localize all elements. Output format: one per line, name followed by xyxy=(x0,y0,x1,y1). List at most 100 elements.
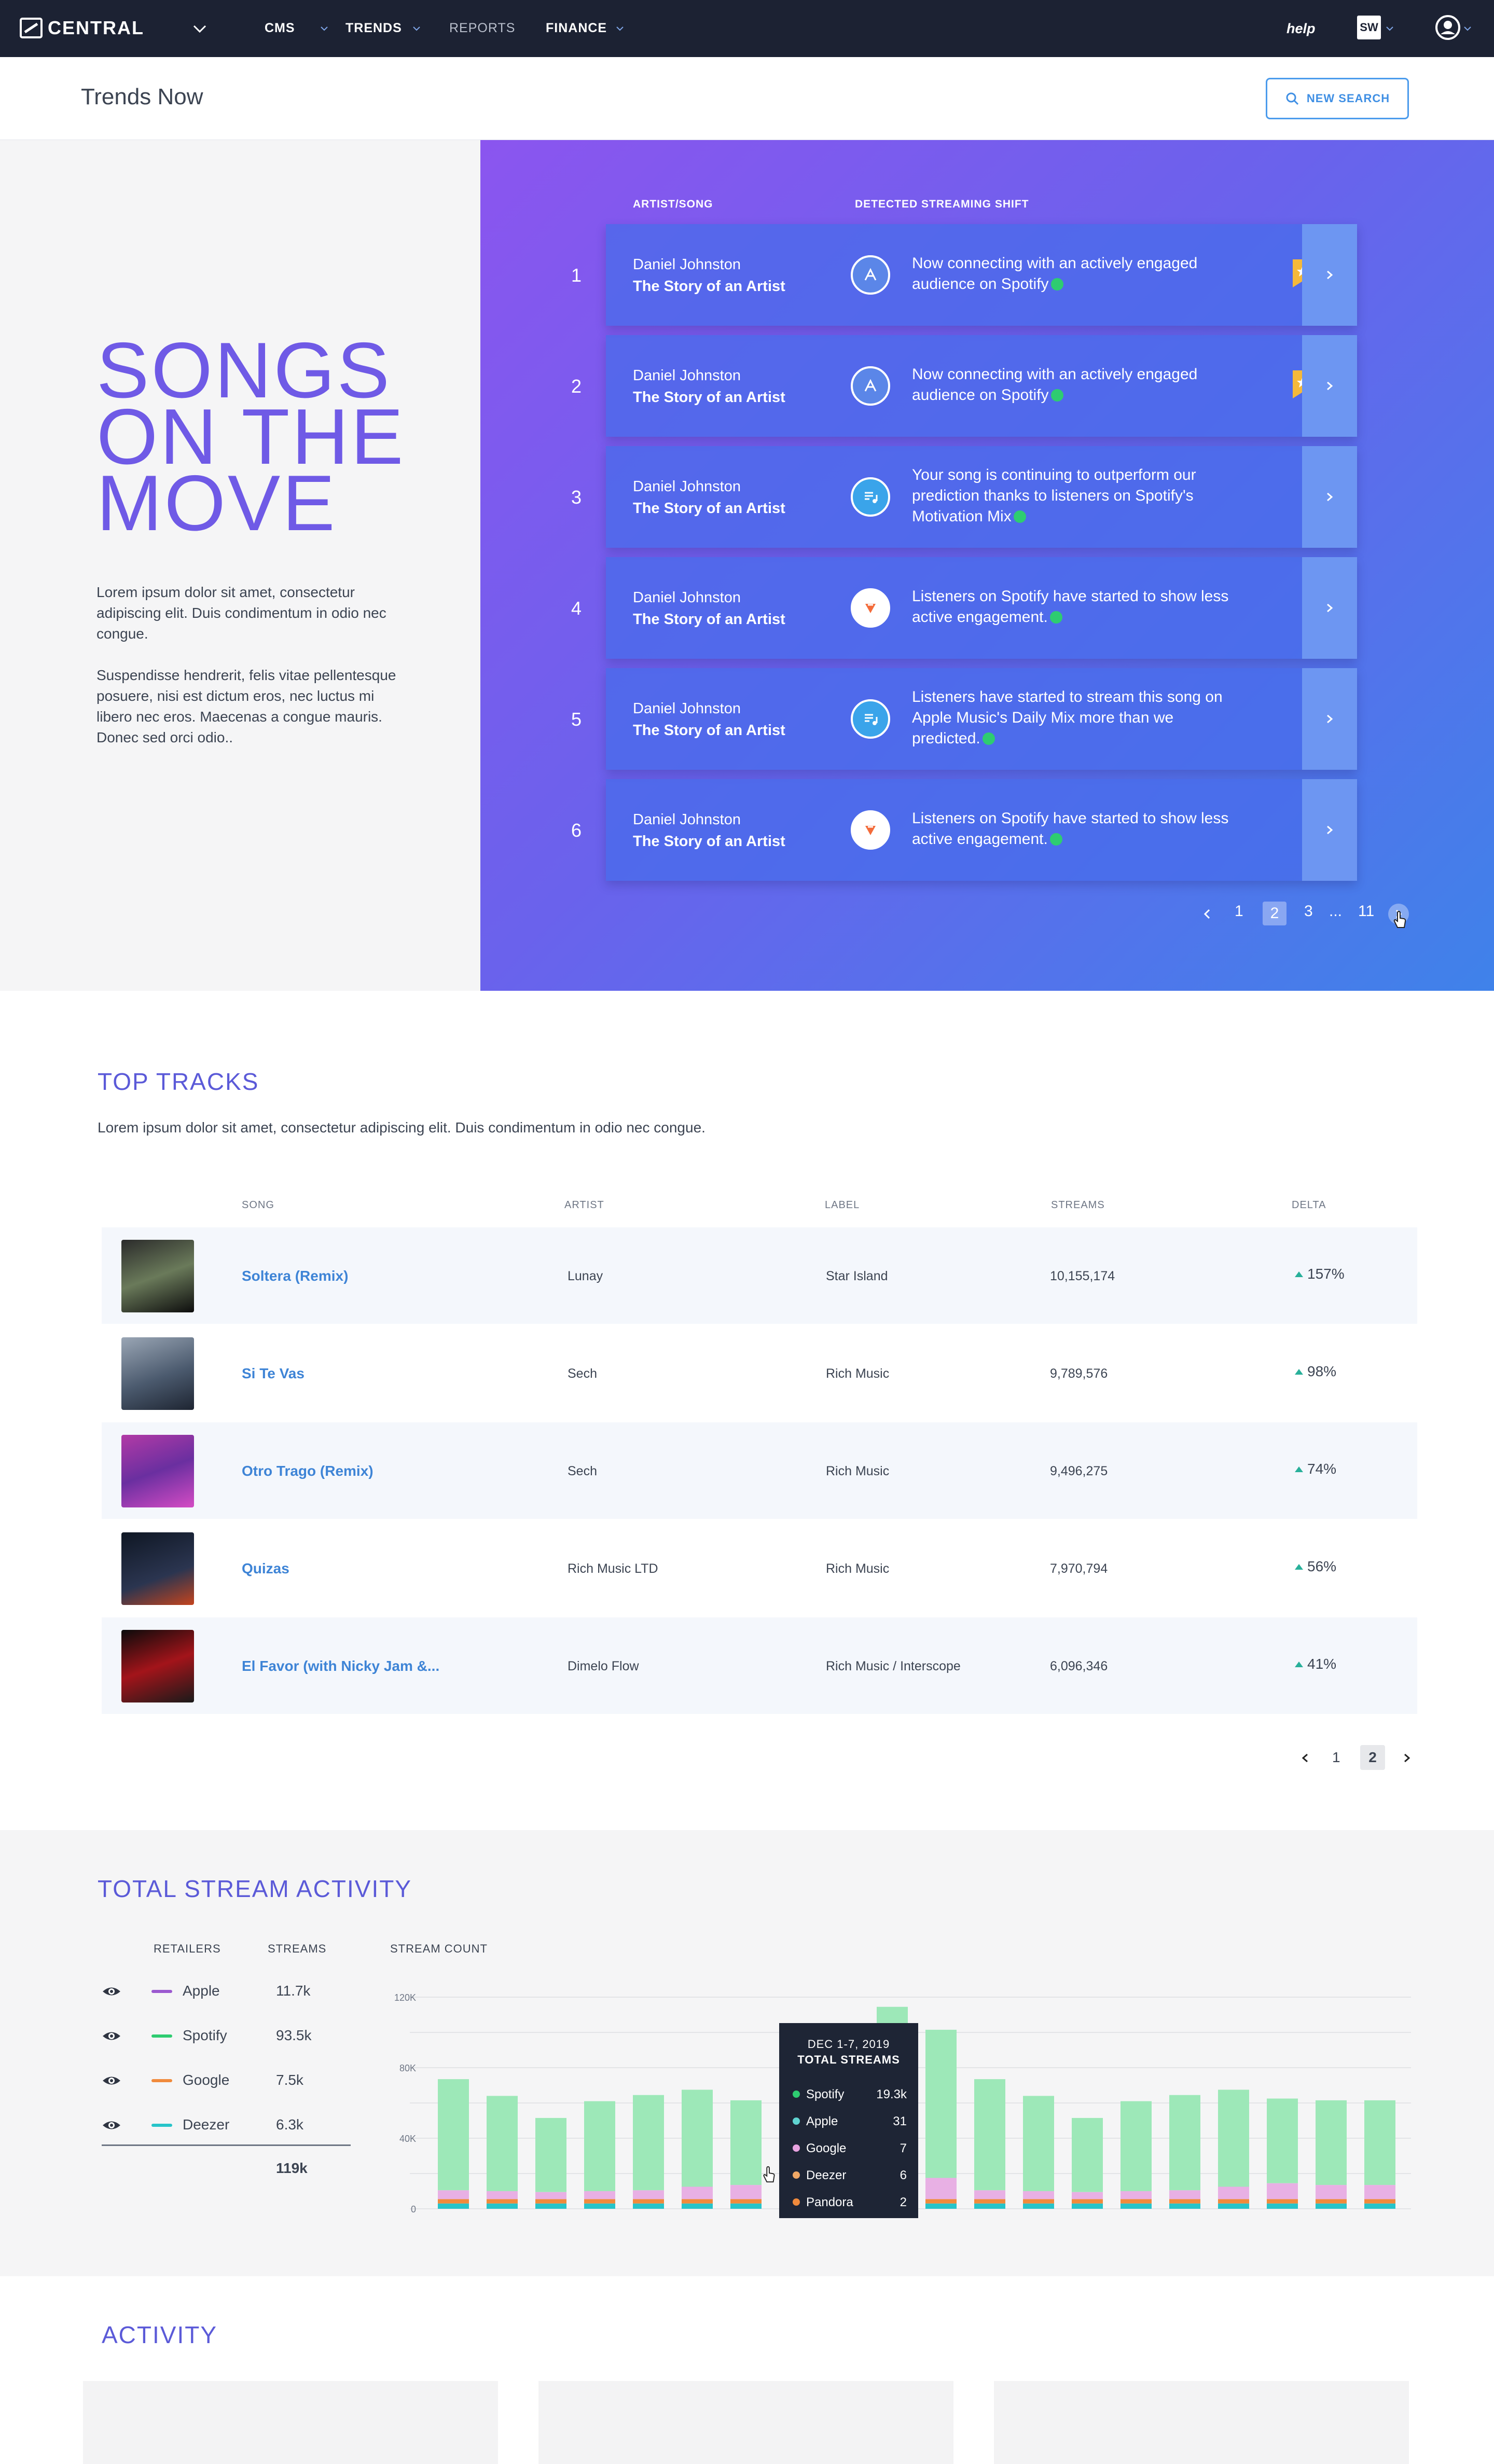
nav-finance[interactable]: FINANCE xyxy=(546,21,607,36)
trend-message: Listeners have started to stream this so… xyxy=(912,687,1234,749)
hero-paragraph: Suspendisse hendrerit, felis vitae pelle… xyxy=(96,667,396,745)
bar-segment-deezer xyxy=(633,2203,664,2209)
page-link[interactable]: 3 xyxy=(1304,903,1313,920)
bar-segment-apple xyxy=(974,2190,1005,2199)
chevron-left-icon[interactable] xyxy=(1202,908,1212,920)
bar-segment-deezer xyxy=(1316,2203,1347,2209)
retailer-streams: 7.5k xyxy=(276,2072,303,2088)
chevron-left-icon[interactable] xyxy=(1301,1752,1309,1764)
search-icon xyxy=(1286,92,1298,105)
column-header-label[interactable]: LABEL xyxy=(825,1199,860,1211)
bar-segment-google xyxy=(1169,2199,1200,2204)
trend-row[interactable]: Daniel Johnston The Story of an Artist Lis… xyxy=(606,668,1357,770)
retailer-name: Apple xyxy=(183,1983,220,1999)
row-open-button[interactable] xyxy=(1302,335,1357,437)
table-row[interactable]: Quizas Rich Music LTD Rich Music 7,970,794 5… xyxy=(102,1520,1417,1616)
column-header-delta[interactable]: DELTA xyxy=(1292,1199,1326,1211)
bar-segment-deezer xyxy=(1364,2203,1395,2209)
trend-row[interactable]: Daniel Johnston The Story of an Artist You… xyxy=(606,446,1357,548)
org-switcher[interactable]: SW xyxy=(1357,16,1381,39)
trend-row[interactable]: Daniel Johnston The Story of an Artist Now… xyxy=(606,335,1357,437)
chevron-down-icon[interactable] xyxy=(191,20,209,37)
eye-icon[interactable] xyxy=(102,2073,121,2088)
table-row[interactable]: Otro Trago (Remix) Sech Rich Music 9,496,27… xyxy=(102,1422,1417,1519)
page-link-current[interactable]: 2 xyxy=(1360,1745,1385,1770)
trend-rank: 6 xyxy=(571,820,582,841)
retailer-row: Apple 11.7k xyxy=(102,1969,351,2014)
arrow-up-icon xyxy=(1295,1662,1303,1667)
table-row[interactable]: Si Te Vas Sech Rich Music 9,789,576 98% xyxy=(102,1325,1417,1421)
track-song[interactable]: Si Te Vas xyxy=(242,1365,305,1382)
activity-card[interactable] xyxy=(994,2381,1409,2464)
trend-message: Listeners on Spotify have started to sho… xyxy=(912,808,1234,850)
legend-dot xyxy=(793,2144,800,2152)
chevron-down-icon[interactable] xyxy=(411,23,422,34)
trend-row[interactable]: Daniel Johnston The Story of an Artist Lis… xyxy=(606,557,1357,659)
trend-row[interactable]: Daniel Johnston The Story of an Artist Now… xyxy=(606,224,1357,326)
page-link[interactable]: 11 xyxy=(1358,903,1374,920)
chart-title: STREAM COUNT xyxy=(390,1942,488,1955)
column-header-song[interactable]: SONG xyxy=(242,1199,274,1211)
bar-segment-google xyxy=(1023,2199,1054,2204)
bar-segment-spotify xyxy=(1169,2095,1200,2191)
activity-card[interactable] xyxy=(538,2381,953,2464)
legend-swatch xyxy=(151,2124,172,2127)
track-song[interactable]: Otro Trago (Remix) xyxy=(242,1463,374,1479)
bar-segment-google xyxy=(925,2199,957,2204)
page-link-current[interactable]: 2 xyxy=(1263,902,1286,925)
page-link[interactable]: 1 xyxy=(1332,1749,1340,1766)
brand-logo[interactable]: CENTRAL xyxy=(20,17,144,39)
track-delta-value: 98% xyxy=(1307,1363,1337,1379)
bar-segment-spotify xyxy=(682,2089,713,2187)
track-song[interactable]: Quizas xyxy=(242,1560,289,1577)
row-open-button[interactable] xyxy=(1302,557,1357,659)
track-song[interactable]: El Favor (with Nicky Jam &... xyxy=(242,1658,439,1674)
eye-icon[interactable] xyxy=(102,2028,121,2044)
help-link[interactable]: help xyxy=(1286,21,1316,37)
album-art xyxy=(121,1337,194,1410)
trend-row[interactable]: Daniel Johnston The Story of an Artist Lis… xyxy=(606,779,1357,881)
column-header-streams[interactable]: STREAMS xyxy=(1051,1199,1105,1211)
row-open-button[interactable] xyxy=(1302,224,1357,326)
user-avatar-icon[interactable] xyxy=(1435,15,1461,40)
chevron-down-icon[interactable] xyxy=(1462,23,1473,34)
page-link[interactable]: 1 xyxy=(1235,903,1243,920)
chart-tooltip: DEC 1-7, 2019 TOTAL STREAMS Spotify 19.3k… xyxy=(779,2023,918,2218)
chevron-right-icon[interactable] xyxy=(1403,1752,1411,1764)
row-open-button[interactable] xyxy=(1302,446,1357,548)
row-open-button[interactable] xyxy=(1302,668,1357,770)
table-row[interactable]: El Favor (with Nicky Jam &... Dimelo Flow… xyxy=(102,1617,1417,1714)
chevron-down-icon[interactable] xyxy=(614,23,626,34)
track-artist: Rich Music LTD xyxy=(568,1561,658,1576)
trending-up-icon xyxy=(851,366,890,406)
bar-segment-spotify xyxy=(584,2101,615,2191)
chevron-right-icon xyxy=(1327,603,1333,613)
eye-icon[interactable] xyxy=(102,2117,121,2133)
table-row[interactable]: Soltera (Remix) Lunay Star Island 10,155,17… xyxy=(102,1227,1417,1324)
tooltip-retailer: Google xyxy=(806,2141,847,2155)
row-open-button[interactable] xyxy=(1302,779,1357,881)
chevron-right-icon xyxy=(1327,492,1333,502)
y-tick-label: 0 xyxy=(411,2204,416,2214)
trend-message: Your song is continuing to outperform ou… xyxy=(912,465,1234,527)
column-header-artist[interactable]: ARTIST xyxy=(564,1199,604,1211)
retailer-row: Google 7.5k xyxy=(102,2058,351,2103)
track-song[interactable]: Soltera (Remix) xyxy=(242,1268,348,1284)
trending-down-icon xyxy=(851,810,890,850)
nav-reports[interactable]: REPORTS xyxy=(449,21,515,36)
nav-trends[interactable]: TRENDS xyxy=(345,21,402,36)
track-delta: 157% xyxy=(1295,1266,1345,1282)
chevron-down-icon[interactable] xyxy=(319,23,330,34)
retailer-streams: 93.5k xyxy=(276,2027,312,2043)
column-header-artist-song: ARTIST/SONG xyxy=(633,198,713,210)
new-search-button[interactable]: NEW SEARCH xyxy=(1266,78,1409,119)
chevron-down-icon[interactable] xyxy=(1384,23,1395,34)
activity-card[interactable] xyxy=(83,2381,498,2464)
nav-cms[interactable]: CMS xyxy=(265,21,295,36)
eye-icon[interactable] xyxy=(102,1984,121,1999)
bar-segment-deezer xyxy=(1023,2203,1054,2209)
bar-segment-google xyxy=(1072,2199,1103,2204)
track-artist: Lunay xyxy=(568,1269,603,1283)
track-label: Rich Music xyxy=(826,1464,890,1478)
track-delta: 41% xyxy=(1295,1656,1336,1672)
